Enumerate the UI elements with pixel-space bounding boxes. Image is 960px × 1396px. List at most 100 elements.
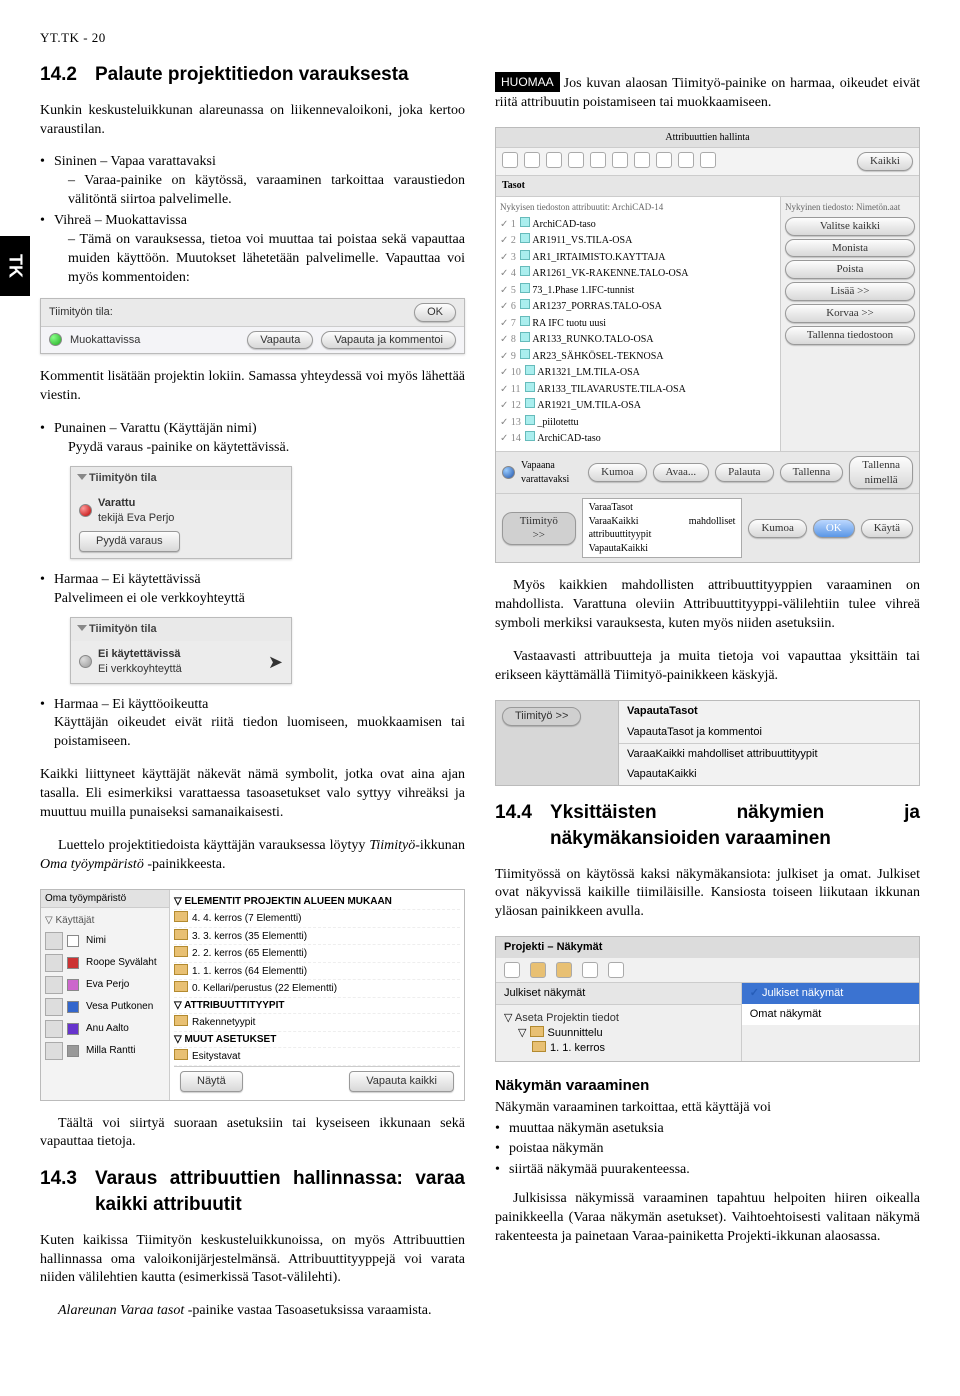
attribute-row[interactable]: ✓ 5 73_1.Phase 1.IFC-tunnist <box>500 282 776 299</box>
footer-button[interactable]: Tallenna <box>780 463 844 482</box>
footer-button[interactable]: Kumoa <box>588 463 646 482</box>
toolbar-icon[interactable] <box>656 152 672 168</box>
avatar <box>45 932 63 950</box>
side-button[interactable]: Korvaa >> <box>785 304 915 323</box>
s14-3-p2: Alareunan Varaa tasot -painike vastaa Ta… <box>40 1302 465 1321</box>
side-button[interactable]: Poista <box>785 260 915 279</box>
side-button[interactable]: Valitse kaikki <box>785 217 915 236</box>
tree-row[interactable]: 3. 3. kerros (35 Elementti) <box>174 928 460 946</box>
side-button[interactable]: Lisää >> <box>785 282 915 301</box>
ok-button[interactable]: OK <box>414 303 456 322</box>
kaikki-button[interactable]: Kaikki <box>857 152 913 171</box>
screenshot-teamwork-menu: Tiimityö >> VapautaTasot VapautaTasot ja… <box>495 700 920 786</box>
attribute-row[interactable]: ✓ 3 AR1_IRTAIMISTO.KAYTTAJA <box>500 249 776 266</box>
teamwork-button[interactable]: Tiimityö >> <box>502 707 581 726</box>
status-dot-green <box>49 333 62 346</box>
folder-icon <box>174 911 188 922</box>
public-views-tab[interactable]: Julkiset näkymät <box>496 983 741 1005</box>
tree-row[interactable]: 2. 2. kerros (65 Elementti) <box>174 945 460 963</box>
attribute-row[interactable]: ✓ 10 AR1321_LM.TILA-OSA <box>500 364 776 381</box>
workspace-tab[interactable]: Oma työympäristö <box>41 890 169 909</box>
attribute-row[interactable]: ✓ 6 AR1237_PORRAS.TALO-OSA <box>500 298 776 315</box>
dialog-title: Projekti – Näkymät <box>496 937 919 958</box>
request-reservation-button[interactable]: Pyydä varaus <box>79 531 180 552</box>
toolbar-icon[interactable] <box>678 152 694 168</box>
menu-vapauta-kaikki[interactable]: VapautaKaikki <box>589 542 736 556</box>
footer-button[interactable]: Tallenna nimellä <box>849 456 913 490</box>
menu-vapautatasot[interactable]: VapautaTasot <box>619 701 919 722</box>
user-row[interactable]: Vesa Putkonen <box>45 996 165 1018</box>
tool-icon[interactable] <box>608 962 624 978</box>
attribute-row[interactable]: ✓ 1 ArchiCAD-taso <box>500 216 776 233</box>
user-row[interactable]: Eva Perjo <box>45 974 165 996</box>
unavailable-detail: Ei verkkoyhteyttä <box>98 662 182 677</box>
ok-button[interactable]: OK <box>813 519 855 538</box>
row-esitystavat[interactable]: Esitystavat <box>192 1051 240 1062</box>
toolbar-icon[interactable] <box>502 152 518 168</box>
menu-varaa-kaikki[interactable]: VaraaKaikki mahdolliset attribuuttityypi… <box>619 743 919 765</box>
tree-suunnittelu[interactable]: Suunnittelu <box>548 1027 603 1039</box>
attribute-row[interactable]: ✓ 12 AR1921_UM.TILA-OSA <box>500 397 776 414</box>
it2: Oma työympäristö <box>40 857 144 872</box>
attribute-row[interactable]: ✓ 7 RA IFC tuotu uusi <box>500 315 776 332</box>
side-button[interactable]: Monista <box>785 239 915 258</box>
attribute-row[interactable]: ✓ 13 _piilotettu <box>500 414 776 431</box>
toolbar-icon[interactable] <box>524 152 540 168</box>
section-number: 14.4 <box>495 800 532 851</box>
user-name: Nimi <box>86 934 106 948</box>
toolbar-icon[interactable] <box>590 152 606 168</box>
tool-icon[interactable] <box>504 962 520 978</box>
toolbar-icon[interactable] <box>634 152 650 168</box>
release-all-button[interactable]: Vapauta kaikki <box>349 1071 454 1092</box>
footer-button[interactable]: Palauta <box>715 463 773 482</box>
tree-row[interactable]: 1. 1. kerros (64 Elementti) <box>174 963 460 981</box>
side-button[interactable]: Tallenna tiedostoon <box>785 326 915 345</box>
apply-button[interactable]: Käytä <box>861 519 913 538</box>
toolbar-icon[interactable] <box>546 152 562 168</box>
user-row[interactable]: Milla Rantti <box>45 1040 165 1062</box>
footer-button[interactable]: Avaa... <box>653 463 710 482</box>
option-public-views[interactable]: Julkiset näkymät <box>762 987 843 999</box>
menu-vapauta-kaikki[interactable]: VapautaKaikki <box>619 764 919 785</box>
user-row[interactable]: Anu Aalto <box>45 1018 165 1040</box>
cancel-button[interactable]: Kumoa <box>748 519 806 538</box>
section-number: 14.3 <box>40 1166 77 1217</box>
user-row[interactable]: Roope Syvälaht <box>45 952 165 974</box>
attribute-row[interactable]: ✓ 14 ArchiCAD-taso <box>500 430 776 447</box>
layer-icon <box>520 217 530 227</box>
tree-kerros-1[interactable]: 1. 1. kerros <box>550 1042 605 1054</box>
release-button[interactable]: Vapauta <box>247 331 313 350</box>
tree-project-info[interactable]: Aseta Projektin tiedot <box>515 1012 619 1024</box>
toolbar-icon[interactable] <box>612 152 628 168</box>
menu-varaa-kaikki[interactable]: VaraaKaikki mahdolliset attribuuttityypi… <box>589 515 736 542</box>
row-rakennetyypit[interactable]: Rakennetyypit <box>192 1017 255 1028</box>
option-own-views[interactable]: Omat näkymät <box>742 1004 919 1025</box>
tool-icon[interactable] <box>582 962 598 978</box>
attribute-row[interactable]: ✓ 9 AR23_SÄHKÖSEL-TEKNOSA <box>500 348 776 365</box>
grey1-title: Harmaa – Ei käytettävissä <box>54 572 201 587</box>
tab-levels[interactable]: Tasot <box>496 176 919 197</box>
teamwork-button[interactable]: Tiimityö >> <box>502 512 576 546</box>
layer-icon <box>520 316 530 326</box>
menu-varaa-tasot[interactable]: VaraaTasot <box>589 501 736 515</box>
toolbar-icon[interactable] <box>700 152 716 168</box>
menu-vapautatasot-comment[interactable]: VapautaTasot ja kommentoi <box>619 722 919 743</box>
user-color-icon <box>67 979 79 991</box>
attribute-row[interactable]: ✓ 4 AR1261_VK-RAKENNE.TALO-OSA <box>500 265 776 282</box>
luettelo-para: Luettelo projektitiedoista käyttäjän var… <box>40 837 465 875</box>
symbols-para: Kaikki liittyneet käyttäjät näkevät nämä… <box>40 766 465 823</box>
attribute-row[interactable]: ✓ 11 AR133_TILAVARUSTE.TILA-OSA <box>500 381 776 398</box>
show-button[interactable]: Näytä <box>180 1071 243 1092</box>
tree-row[interactable]: 0. Kellari/perustus (22 Elementti) <box>174 980 460 998</box>
user-row[interactable]: Nimi <box>45 930 165 952</box>
folder-icon[interactable] <box>556 962 572 978</box>
screenshot-status-unavailable: Tiimityön tila Ei käytettävissä Ei verkk… <box>70 617 292 684</box>
toolbar-icon[interactable] <box>568 152 584 168</box>
release-comment-button[interactable]: Vapauta ja kommentoi <box>321 331 456 350</box>
attribute-row[interactable]: ✓ 2 AR1911_VS.TILA-OSA <box>500 232 776 249</box>
tree-row[interactable]: 4. 4. kerros (7 Elementti) <box>174 910 460 928</box>
home-icon[interactable] <box>530 962 546 978</box>
layer-icon <box>525 431 535 441</box>
attribute-row[interactable]: ✓ 8 AR133_RUNKO.TALO-OSA <box>500 331 776 348</box>
section-14-2-title: 14.2 Palaute projektitiedon varauksesta <box>40 62 465 88</box>
